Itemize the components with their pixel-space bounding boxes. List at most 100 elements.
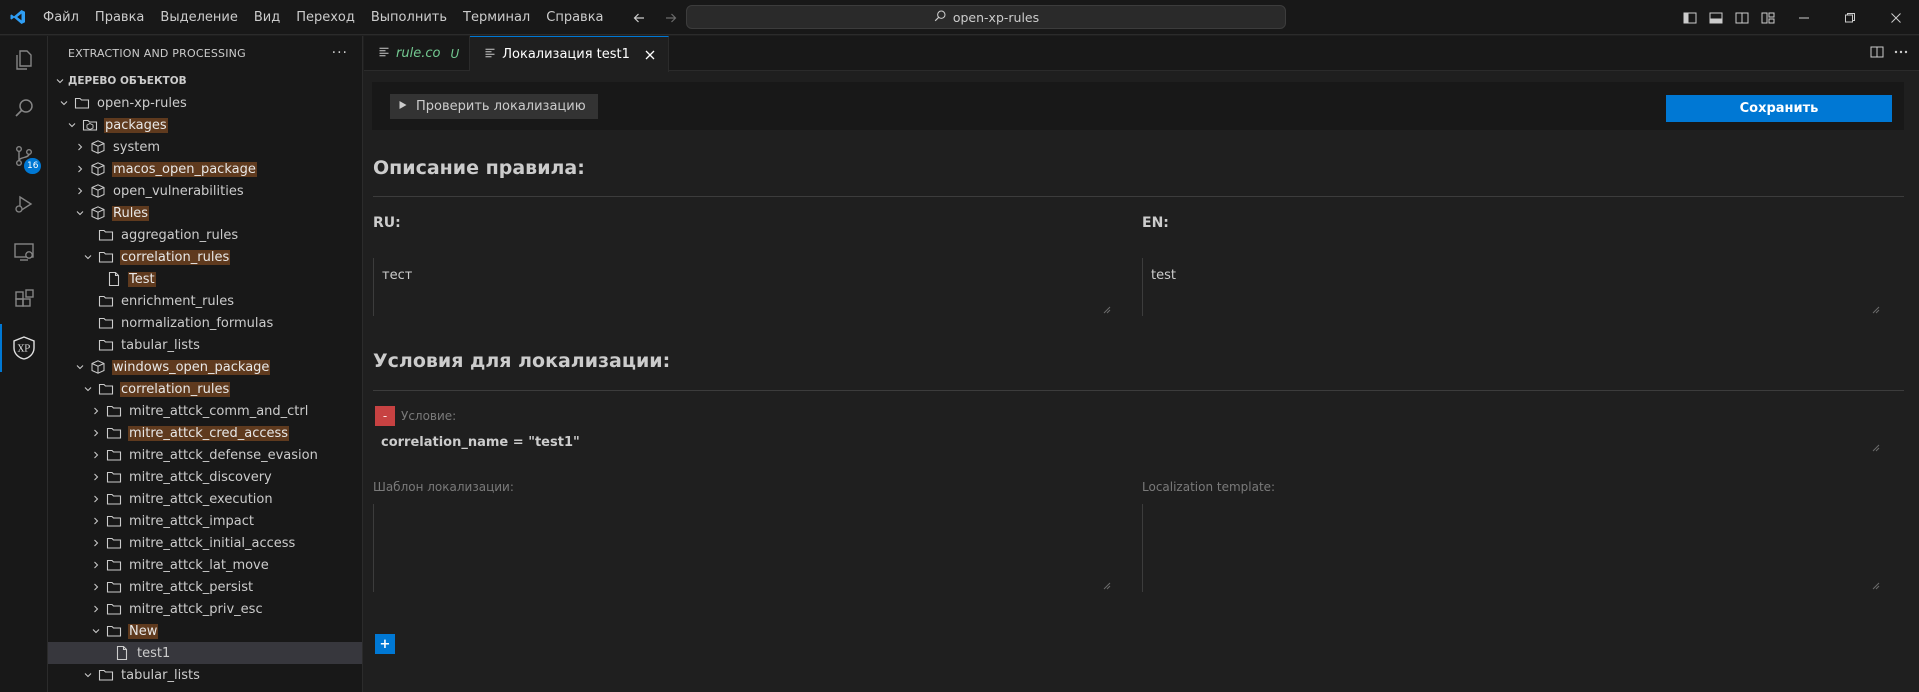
minimize-icon[interactable] bbox=[1781, 0, 1827, 35]
search-sidebar-icon[interactable] bbox=[0, 84, 48, 132]
chevron-right-icon[interactable] bbox=[88, 425, 104, 441]
chevron-right-icon[interactable] bbox=[88, 557, 104, 573]
more-actions-icon[interactable]: ··· bbox=[332, 45, 348, 61]
menu-go[interactable]: Переход bbox=[288, 0, 363, 35]
add-condition-button[interactable]: + bbox=[375, 634, 395, 654]
tree-item[interactable]: mitre_attck_persist bbox=[48, 576, 362, 598]
toggle-panel-icon[interactable] bbox=[1703, 0, 1729, 35]
toggle-primary-sidebar-icon[interactable] bbox=[1677, 0, 1703, 35]
tree-item[interactable]: macos_open_package bbox=[48, 158, 362, 180]
object-tree-section-header[interactable]: ДЕРЕВО ОБЪЕКТОВ bbox=[48, 70, 362, 92]
command-center-search[interactable]: open-xp-rules bbox=[686, 5, 1286, 29]
run-debug-icon[interactable] bbox=[0, 180, 48, 228]
navigation-arrows bbox=[628, 0, 682, 35]
menu-help[interactable]: Справка bbox=[538, 0, 611, 35]
tree-item[interactable]: system bbox=[48, 136, 362, 158]
explorer-icon[interactable] bbox=[0, 36, 48, 84]
condition-input[interactable]: correlation_name = "test1" bbox=[373, 432, 1882, 454]
chevron-down-icon[interactable] bbox=[80, 667, 96, 683]
resize-handle-icon[interactable] bbox=[1872, 582, 1880, 590]
tree-item[interactable]: aggregation_rules bbox=[48, 224, 362, 246]
chevron-right-icon[interactable] bbox=[88, 491, 104, 507]
tree-item[interactable]: mitre_attck_impact bbox=[48, 510, 362, 532]
tree-item[interactable]: mitre_attck_priv_esc bbox=[48, 598, 362, 620]
package-icon bbox=[90, 139, 106, 155]
tab-rule-co[interactable]: rule.co U bbox=[364, 36, 471, 71]
tree-item[interactable]: Rules bbox=[48, 202, 362, 224]
back-arrow-icon[interactable] bbox=[628, 7, 650, 29]
tree-item-label: mitre_attck_lat_move bbox=[129, 557, 269, 573]
menu-view[interactable]: Вид bbox=[246, 0, 288, 35]
resize-handle-icon[interactable] bbox=[1103, 306, 1111, 314]
resize-handle-icon[interactable] bbox=[1103, 582, 1111, 590]
chevron-down-icon[interactable] bbox=[56, 95, 72, 111]
chevron-down-icon[interactable] bbox=[72, 205, 88, 221]
toggle-secondary-sidebar-icon[interactable] bbox=[1729, 0, 1755, 35]
tree-item[interactable]: correlation_rules bbox=[48, 246, 362, 268]
tree-item[interactable]: open-xp-rules bbox=[48, 92, 362, 114]
save-button[interactable]: Сохранить bbox=[1666, 95, 1892, 122]
chevron-right-icon[interactable] bbox=[72, 139, 88, 155]
tree-item[interactable]: mitre_attck_defense_evasion bbox=[48, 444, 362, 466]
chevron-right-icon[interactable] bbox=[88, 579, 104, 595]
tree-item[interactable]: mitre_attck_cred_access bbox=[48, 422, 362, 444]
template-en-textarea[interactable] bbox=[1142, 504, 1882, 592]
tree-item[interactable]: mitre_attck_initial_access bbox=[48, 532, 362, 554]
chevron-down-icon[interactable] bbox=[72, 359, 88, 375]
customize-layout-icon[interactable] bbox=[1755, 0, 1781, 35]
chevron-right-icon[interactable] bbox=[88, 535, 104, 551]
tree-item[interactable]: mitre_attck_comm_and_ctrl bbox=[48, 400, 362, 422]
tree-item[interactable]: mitre_attck_lat_move bbox=[48, 554, 362, 576]
chevron-right-icon[interactable] bbox=[72, 183, 88, 199]
tree-item[interactable]: tabular_lists bbox=[48, 664, 362, 686]
menu-selection[interactable]: Выделение bbox=[152, 0, 245, 35]
remove-condition-button[interactable]: - bbox=[375, 406, 395, 426]
tree-item[interactable]: normalization_formulas bbox=[48, 312, 362, 334]
object-tree: open-xp-rules packages system macos_open_pa… bbox=[48, 92, 362, 686]
chevron-down-icon[interactable] bbox=[80, 249, 96, 265]
chevron-right-icon[interactable] bbox=[88, 447, 104, 463]
tree-item[interactable]: correlation_rules bbox=[48, 378, 362, 400]
chevron-down-icon[interactable] bbox=[64, 117, 80, 133]
chevron-right-icon[interactable] bbox=[72, 161, 88, 177]
more-actions-icon[interactable] bbox=[1893, 44, 1909, 64]
restore-icon[interactable] bbox=[1827, 0, 1873, 35]
tree-item[interactable]: mitre_attck_execution bbox=[48, 488, 362, 510]
menu-file[interactable]: Файл bbox=[35, 0, 87, 35]
forward-arrow-icon[interactable] bbox=[660, 7, 682, 29]
untracked-badge: U bbox=[450, 46, 460, 61]
resize-handle-icon[interactable] bbox=[1872, 306, 1880, 314]
chevron-right-icon[interactable] bbox=[88, 469, 104, 485]
menu-run[interactable]: Выполнить bbox=[363, 0, 455, 35]
template-ru-textarea[interactable] bbox=[373, 504, 1113, 592]
tree-item[interactable]: windows_open_package bbox=[48, 356, 362, 378]
tree-item[interactable]: tabular_lists bbox=[48, 334, 362, 356]
chevron-right-icon[interactable] bbox=[88, 513, 104, 529]
xp-extension-icon[interactable]: XP bbox=[0, 324, 48, 372]
tree-item[interactable]: mitre_attck_discovery bbox=[48, 466, 362, 488]
close-icon[interactable] bbox=[642, 47, 658, 63]
resize-handle-icon[interactable] bbox=[1872, 444, 1880, 452]
tree-item[interactable]: Test bbox=[48, 268, 362, 290]
tree-item[interactable]: open_vulnerabilities bbox=[48, 180, 362, 202]
tree-item[interactable]: packages bbox=[48, 114, 362, 136]
chevron-down-icon[interactable] bbox=[88, 623, 104, 639]
menu-terminal[interactable]: Терминал bbox=[455, 0, 538, 35]
en-description-textarea[interactable]: test bbox=[1142, 258, 1882, 316]
sidebar-header: EXTRACTION AND PROCESSING ··· bbox=[48, 36, 362, 70]
extensions-icon[interactable] bbox=[0, 276, 48, 324]
tree-item[interactable]: enrichment_rules bbox=[48, 290, 362, 312]
chevron-right-icon[interactable] bbox=[88, 601, 104, 617]
split-editor-icon[interactable] bbox=[1869, 44, 1885, 64]
tab-localization-test1[interactable]: Локализация test1 bbox=[470, 36, 669, 72]
check-localization-button[interactable]: Проверить локализацию bbox=[390, 94, 598, 119]
menu-edit[interactable]: Правка bbox=[87, 0, 152, 35]
source-control-icon[interactable]: 16 bbox=[0, 132, 48, 180]
tree-item[interactable]: test1 bbox=[48, 642, 362, 664]
tree-item[interactable]: New bbox=[48, 620, 362, 642]
close-window-icon[interactable] bbox=[1873, 0, 1919, 35]
remote-explorer-icon[interactable] bbox=[0, 228, 48, 276]
ru-description-textarea[interactable]: тест bbox=[373, 258, 1113, 316]
chevron-down-icon[interactable] bbox=[80, 381, 96, 397]
chevron-right-icon[interactable] bbox=[88, 403, 104, 419]
